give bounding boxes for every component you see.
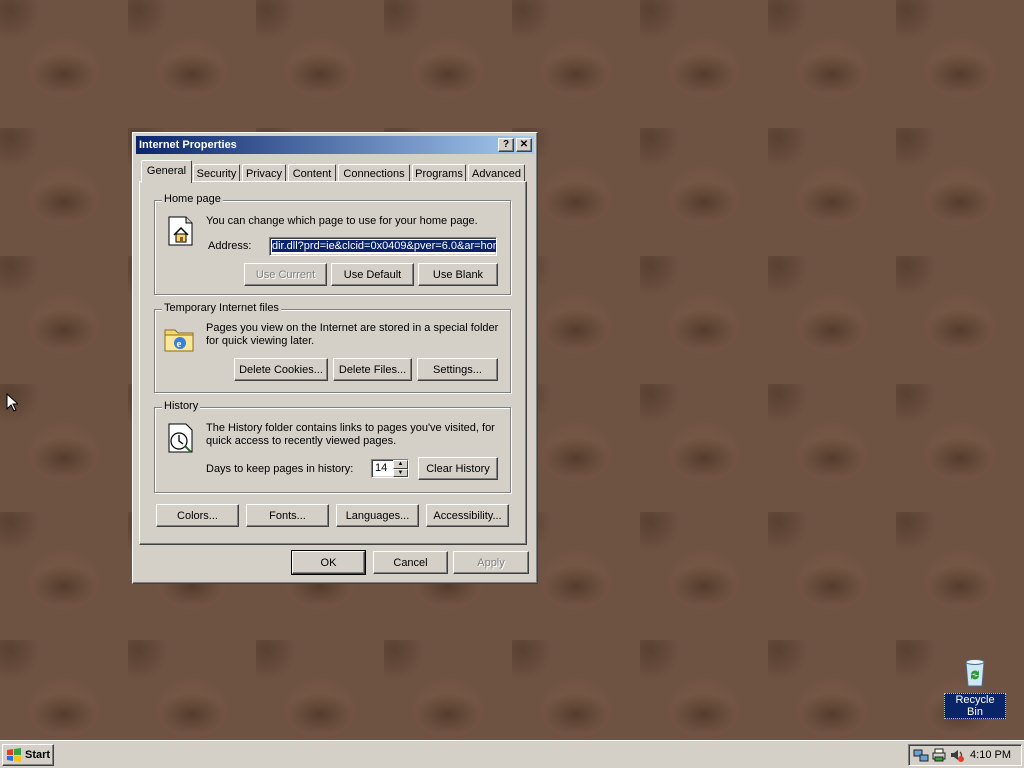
use-blank-button[interactable]: Use Blank — [418, 263, 498, 286]
clear-history-button[interactable]: Clear History — [418, 457, 498, 480]
dialog-title: Internet Properties — [139, 139, 237, 151]
temporary-files-group: Temporary Internet files e Pages you vie… — [154, 302, 511, 393]
internet-properties-dialog: Internet Properties ? ✕ General Security… — [132, 132, 538, 584]
start-button[interactable]: Start — [2, 744, 54, 766]
volume-icon[interactable] — [949, 747, 965, 763]
languages-button[interactable]: Languages... — [336, 504, 419, 527]
taskbar: Start 4:10 PM — [0, 740, 1024, 768]
clock[interactable]: 4:10 PM — [970, 749, 1011, 761]
temporary-files-description-line2: for quick viewing later. — [206, 335, 315, 347]
help-icon: ? — [502, 139, 510, 150]
tab-programs[interactable]: Programs — [412, 164, 466, 182]
temporary-files-description-line1: Pages you view on the Internet are store… — [206, 322, 499, 334]
address-input[interactable]: dir.dll?prd=ie&clcid=0x0409&pver=6.0&ar=… — [269, 237, 497, 256]
recycle-bin-label: Recycle Bin — [944, 693, 1006, 719]
history-icon — [168, 423, 193, 453]
close-icon: ✕ — [519, 139, 529, 150]
history-group-label: History — [162, 400, 201, 412]
desktop: Internet Properties ? ✕ General Security… — [0, 0, 1024, 740]
address-label: Address: — [208, 240, 252, 252]
windows-logo-icon — [7, 748, 21, 762]
tab-general[interactable]: General — [141, 160, 192, 183]
days-to-keep-value: 14 — [375, 462, 388, 474]
temporary-files-group-label: Temporary Internet files — [162, 302, 281, 314]
home-page-group-label: Home page — [162, 193, 223, 205]
use-current-button[interactable]: Use Current — [244, 263, 327, 286]
ok-button[interactable]: OK — [291, 550, 366, 575]
address-value: dir.dll?prd=ie&clcid=0x0409&pver=6.0&ar=… — [272, 240, 496, 252]
colors-button[interactable]: Colors... — [156, 504, 239, 527]
help-button[interactable]: ? — [498, 138, 514, 152]
apply-button[interactable]: Apply — [453, 551, 529, 574]
history-description-line1: The History folder contains links to pag… — [206, 422, 495, 434]
home-page-group: Home page You can change which page to u… — [154, 193, 511, 295]
recycle-bin-icon — [965, 659, 985, 687]
title-bar[interactable]: Internet Properties ? ✕ — [136, 136, 534, 154]
settings-button[interactable]: Settings... — [417, 358, 498, 381]
tab-content[interactable]: Content — [288, 164, 336, 182]
tab-privacy[interactable]: Privacy — [242, 164, 286, 182]
svg-text:e: e — [177, 338, 182, 350]
history-description-line2: quick access to recently viewed pages. — [206, 435, 397, 447]
network-icon[interactable] — [913, 747, 929, 763]
use-default-button[interactable]: Use Default — [331, 263, 414, 286]
cancel-button[interactable]: Cancel — [373, 551, 448, 574]
accessibility-button[interactable]: Accessibility... — [426, 504, 509, 527]
recycle-bin[interactable]: Recycle Bin — [944, 656, 1006, 719]
tab-security[interactable]: Security — [193, 164, 240, 182]
folder-ie-icon: e — [164, 329, 194, 352]
system-tray: 4:10 PM — [908, 744, 1022, 766]
printer-icon[interactable] — [931, 747, 947, 763]
tab-advanced[interactable]: Advanced — [468, 164, 525, 182]
general-tab-page: Home page You can change which page to u… — [139, 181, 527, 545]
start-label: Start — [25, 749, 51, 761]
home-page-icon — [168, 216, 193, 246]
delete-cookies-button[interactable]: Delete Cookies... — [234, 358, 328, 381]
close-button[interactable]: ✕ — [516, 138, 532, 152]
days-to-keep-stepper[interactable]: 14 ▲ ▼ — [371, 459, 409, 478]
spin-up-icon[interactable]: ▲ — [393, 460, 408, 469]
home-page-description: You can change which page to use for you… — [206, 215, 478, 227]
spin-down-icon[interactable]: ▼ — [393, 468, 408, 477]
mouse-cursor-icon — [6, 393, 18, 412]
fonts-button[interactable]: Fonts... — [246, 504, 329, 527]
tab-connections[interactable]: Connections — [338, 164, 410, 182]
delete-files-button[interactable]: Delete Files... — [333, 358, 412, 381]
history-group: History The History folder contains link… — [154, 400, 511, 493]
days-to-keep-label: Days to keep pages in history: — [206, 463, 354, 475]
